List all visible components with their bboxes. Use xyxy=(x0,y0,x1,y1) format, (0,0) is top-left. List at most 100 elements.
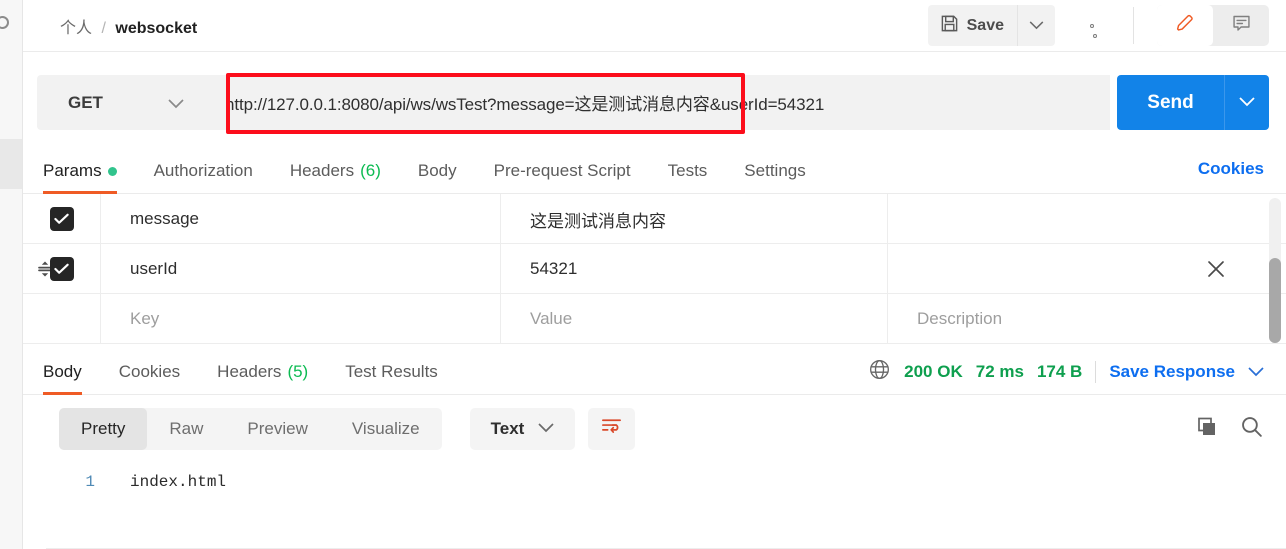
table-row-empty: Key Value Description xyxy=(23,294,1286,344)
floppy-disk-icon xyxy=(940,14,959,38)
chevron-down-icon xyxy=(168,96,184,114)
response-time: 72 ms xyxy=(975,362,1024,381)
method-label: GET xyxy=(68,92,103,112)
tab-settings[interactable]: Settings xyxy=(744,146,805,194)
tab-test-results-label: Test Results xyxy=(345,362,438,381)
response-body-viewer[interactable]: 1 index.html xyxy=(23,465,1286,549)
tab-body[interactable]: Body xyxy=(418,146,457,194)
status-divider xyxy=(1095,361,1097,383)
row-key-text: userId xyxy=(130,259,178,278)
row-description-cell[interactable] xyxy=(888,194,1263,244)
edit-button[interactable] xyxy=(1157,5,1213,46)
word-wrap-button[interactable] xyxy=(588,408,635,450)
row-value-text: 这是测试消息内容 xyxy=(530,211,666,231)
row-description-cell[interactable] xyxy=(888,244,1263,294)
tab-params[interactable]: Params xyxy=(43,146,117,194)
new-key-input[interactable]: Key xyxy=(101,294,501,344)
send-button-group: Send xyxy=(1117,75,1269,130)
url-bar: GET http://127.0.0.1:8080/api/ws/wsTest?… xyxy=(23,52,1286,134)
row-checkbox-cell xyxy=(23,244,101,294)
pencil-icon xyxy=(1174,12,1196,39)
view-visualize[interactable]: Visualize xyxy=(330,408,442,450)
params-scrollbar-thumb[interactable] xyxy=(1269,258,1281,343)
breadcrumb-root[interactable]: 个人 xyxy=(60,20,92,37)
params-scrollbar[interactable] xyxy=(1269,198,1281,343)
tab-authorization-label: Authorization xyxy=(153,161,253,180)
search-button[interactable] xyxy=(1237,415,1265,443)
tab-response-body[interactable]: Body xyxy=(43,347,82,395)
tab-response-headers-label: Headers xyxy=(217,362,282,381)
row-key-cell[interactable]: userId xyxy=(101,244,501,294)
response-status-group: 200 OK 72 ms 174 B Save Response xyxy=(868,358,1264,386)
language-dropdown[interactable]: Text xyxy=(470,408,575,450)
header-bar: 个人 / websocket Save xyxy=(23,0,1286,74)
header-icon-group xyxy=(1157,5,1269,46)
chevron-down-icon xyxy=(1239,94,1255,112)
breadcrumb-leaf[interactable]: websocket xyxy=(115,20,197,37)
tab-response-cookies[interactable]: Cookies xyxy=(119,347,180,395)
save-dropdown-button[interactable] xyxy=(1017,5,1055,46)
language-label: Text xyxy=(490,419,525,438)
response-format-bar: Pretty Raw Preview Visualize Text xyxy=(23,395,1286,465)
view-pretty[interactable]: Pretty xyxy=(59,408,148,450)
params-table: message 这是测试消息内容 userId 54321 Key Value … xyxy=(23,194,1286,347)
view-preview[interactable]: Preview xyxy=(225,408,329,450)
table-row: message 这是测试消息内容 xyxy=(23,194,1286,244)
search-icon xyxy=(1239,414,1264,444)
row-enabled-checkbox[interactable] xyxy=(49,207,74,231)
status-badge: 200 OK xyxy=(904,362,963,381)
left-rail xyxy=(0,0,23,549)
rail-active-segment[interactable] xyxy=(0,139,22,189)
word-wrap-icon xyxy=(600,415,623,443)
chevron-down-icon[interactable] xyxy=(1248,362,1264,382)
new-description-input[interactable]: Description xyxy=(888,294,1263,344)
tab-headers-label: Headers xyxy=(289,161,355,180)
response-actions xyxy=(1193,408,1265,450)
comment-button[interactable] xyxy=(1213,5,1269,46)
view-raw[interactable]: Raw xyxy=(147,408,225,450)
row-checkbox-cell xyxy=(23,194,101,244)
close-icon[interactable] xyxy=(1204,257,1228,281)
response-tabs: Body Cookies Headers (5) Test Results xyxy=(43,347,475,395)
tab-headers-count: (6) xyxy=(360,161,381,180)
tab-response-body-label: Body xyxy=(43,362,82,381)
url-input-wrapper: http://127.0.0.1:8080/api/ws/wsTest?mess… xyxy=(199,73,1110,134)
method-dropdown[interactable]: GET xyxy=(37,75,199,130)
cookies-link[interactable]: Cookies xyxy=(1198,159,1264,179)
row-value-cell[interactable]: 54321 xyxy=(501,244,888,294)
row-key-cell[interactable]: message xyxy=(101,194,501,244)
tab-response-cookies-label: Cookies xyxy=(118,362,181,381)
row-value-cell[interactable]: 这是测试消息内容 xyxy=(501,194,888,244)
line-content: index.html xyxy=(130,473,227,491)
tab-authorization[interactable]: Authorization xyxy=(154,146,253,194)
chevron-down-icon xyxy=(538,420,554,438)
tab-pre-request-script[interactable]: Pre-request Script xyxy=(494,146,631,194)
more-actions-button[interactable] xyxy=(1070,5,1114,74)
row-value-text: 54321 xyxy=(530,259,578,278)
new-value-input[interactable]: Value xyxy=(501,294,888,344)
row-enabled-checkbox[interactable] xyxy=(49,257,74,281)
tab-response-headers[interactable]: Headers (5) xyxy=(217,347,308,395)
send-button[interactable]: Send xyxy=(1117,75,1224,130)
ellipsis-icon xyxy=(1090,23,1097,74)
comment-icon xyxy=(1231,13,1252,39)
request-tab-bar: Params Authorization Headers (6) Body Pr… xyxy=(23,146,1286,194)
tab-settings-label: Settings xyxy=(744,161,806,180)
tab-tests-label: Tests xyxy=(667,161,708,180)
tab-headers[interactable]: Headers (6) xyxy=(290,146,381,194)
key-placeholder: Key xyxy=(130,309,160,328)
copy-button[interactable] xyxy=(1193,415,1221,443)
send-dropdown-button[interactable] xyxy=(1224,75,1269,130)
tab-tests[interactable]: Tests xyxy=(668,146,708,194)
response-view-segmented-control: Pretty Raw Preview Visualize xyxy=(59,408,442,450)
globe-icon[interactable] xyxy=(868,358,891,386)
value-placeholder: Value xyxy=(530,309,573,328)
tab-params-label: Params xyxy=(43,161,102,180)
header-divider xyxy=(1133,7,1134,44)
save-response-button[interactable]: Save Response xyxy=(1109,362,1235,382)
save-button[interactable]: Save xyxy=(927,5,1017,46)
tab-test-results[interactable]: Test Results xyxy=(345,347,438,395)
code-line: 1 index.html xyxy=(23,473,226,491)
url-input[interactable]: http://127.0.0.1:8080/api/ws/wsTest?mess… xyxy=(199,75,1110,130)
tab-body-label: Body xyxy=(417,161,457,180)
